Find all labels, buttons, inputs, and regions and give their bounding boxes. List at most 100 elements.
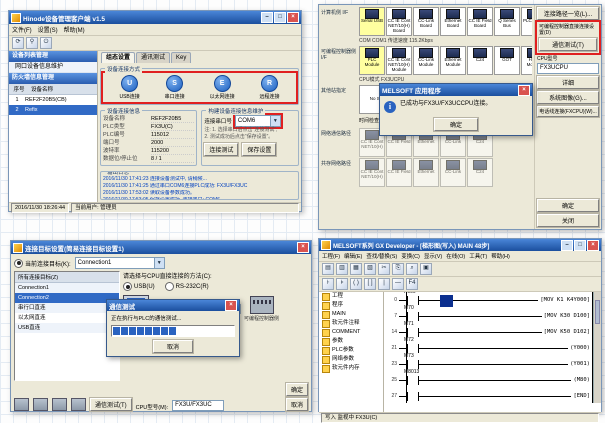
application-instr-icon[interactable]: [ ] [364,278,376,290]
target-row[interactable]: 以太网直连 [15,313,119,323]
interface-icon[interactable]: Serial USB [359,7,385,36]
communication-test-button[interactable]: 通信测试(T) [539,38,597,51]
vertical-scrollbar[interactable] [593,292,601,403]
title-bar[interactable]: MELSOFT系列 GX Developer - [梯形图(写入) MAIN 4… [319,239,601,251]
menu-item[interactable]: 设置(S) [38,25,58,34]
menu-item[interactable]: 变换(C) [401,252,420,260]
vertical-line-icon[interactable]: | [378,278,390,290]
coexist-icon[interactable]: CC-Link [440,158,466,187]
tree-item[interactable]: 程序 [319,301,383,310]
close-button[interactable]: × [297,242,309,253]
maximize-button[interactable]: □ [574,240,586,251]
exit-icon[interactable]: ⏻ [40,37,52,49]
ladder-rung[interactable]: 27 [END] [384,388,592,404]
chevron-down-icon[interactable]: ▼ [154,258,164,268]
close-button[interactable]: × [287,12,299,23]
find-icon[interactable]: ⌕ [406,263,418,275]
tel-connection-button[interactable]: 电话线连接(FXCPU)(W)... [537,106,599,117]
connection-mode[interactable]: R 远程连接 [259,75,279,100]
title-bar[interactable]: Hinode设备管理客户端 v1.5 – □ × [9,11,301,24]
tree-item[interactable]: 工程 [319,292,383,301]
menu-item[interactable]: 查找/替换(S) [366,252,397,260]
ladder-rung[interactable]: 21 M72 (Y000) [384,340,592,356]
ok-button[interactable]: 确定 [286,383,308,396]
ladder-rung[interactable]: 25 M8013 (M80) [384,372,592,388]
menu-item[interactable]: 帮助(M) [64,25,85,34]
target-row[interactable]: USB直连 [15,323,119,333]
popup-ok-button[interactable]: 确定 [434,118,478,131]
menu-item[interactable]: 文件(F) [12,25,32,34]
interface-icon[interactable]: CC IE Field Board [467,7,493,36]
target-row[interactable]: Connection1 [15,283,119,293]
sidebar-group-devices[interactable]: 设备列表管理 [9,51,97,62]
device-row[interactable]: 1 REF2F20B5(CB) [9,95,97,105]
popup-close-button[interactable]: × [518,85,530,96]
connection-mode[interactable]: E 以太网连接 [210,75,235,100]
new-icon[interactable]: ▤ [322,263,334,275]
overlay-cancel-button[interactable]: 取消 [153,340,193,353]
save-icon[interactable]: ▦ [350,263,362,275]
menu-item[interactable]: 帮助(H) [491,252,510,260]
cut-icon[interactable]: ✂ [378,263,390,275]
refresh-icon[interactable]: ⟳ [12,37,24,49]
menu-item[interactable]: 显示(V) [424,252,442,260]
interface-icon[interactable]: CC IE Cont NET/10(H) Module [386,46,412,75]
title-bar[interactable]: 连接目标设置(简易连接目标设置1) × [11,241,311,254]
ladder-rung[interactable]: 7 M70 [MOV K30 D100] [384,308,592,324]
coexist-icon[interactable]: CC IE Cont NET/10(H) [359,158,385,187]
detail-button[interactable]: 详细 [537,76,599,89]
interface-icon[interactable]: CC-Link Board [413,7,439,36]
interface-icon[interactable]: Head Module [521,46,532,75]
tab-key[interactable]: Key [171,52,191,63]
close-dialog-button[interactable]: 关闭 [537,214,599,227]
ladder-rung[interactable]: 14 M71 [MOV K50 D102] [384,324,592,340]
interface-icon[interactable]: PLC Module [359,46,385,75]
device-row[interactable]: 2 Refix [9,105,97,115]
interface-icon[interactable]: C24 [467,46,493,75]
coexist-icon[interactable]: C24 [467,158,493,187]
tree-item[interactable]: 软元件注释 [319,319,383,328]
current-target-radio[interactable]: 当前连接目标(K): [14,259,71,268]
tree-item[interactable]: 网络参数 [319,355,383,364]
sidebar-item-netdevice[interactable]: 网口设备信息维护 [9,62,97,73]
coexist-icon[interactable]: CC IE Field [386,158,412,187]
tree-item[interactable]: 参数 [319,337,383,346]
contact-open-icon[interactable]: ⊦ [322,278,334,290]
interface-icon[interactable]: Ethernet Module [440,46,466,75]
connection-channel-list-button[interactable]: 连接路径一览(L)... [537,7,599,20]
interface-icon[interactable]: Ethernet Board [440,7,466,36]
ok-button[interactable]: 确定 [537,199,599,212]
tree-item[interactable]: MAIN [319,310,383,319]
minimize-button[interactable]: – [561,240,573,251]
ladder-canvas[interactable]: 0 X000 [MOV K1 K4Y000] 7 M70 [384,292,601,412]
interface-icon[interactable]: CC IE Cont NET/10(H) Board [386,7,412,36]
target-row[interactable]: Connection2 [15,293,119,303]
menu-item[interactable]: 工程(F) [322,252,340,260]
print-icon[interactable]: ▧ [364,263,376,275]
rs232c-radio[interactable]: RS-232C(R) [165,282,209,291]
coexist-icon[interactable]: Ethernet [413,158,439,187]
target-combo[interactable]: Connection1 ▼ [75,257,165,269]
interface-icon[interactable]: GOT [494,46,520,75]
serial-port-combo[interactable]: COM6 ▼ [235,115,281,127]
connection-mode[interactable]: S 串口连接 [165,75,185,100]
minimize-button[interactable]: – [261,12,273,23]
menu-item[interactable]: 编辑(E) [344,252,362,260]
interface-icon[interactable]: CC-Link Module [413,46,439,75]
interface-icon[interactable]: PLC Board [521,7,532,36]
target-row[interactable]: 串行口直连 [15,303,119,313]
menu-item[interactable]: 工具(T) [469,252,487,260]
maximize-button[interactable]: □ [274,12,286,23]
overlay-close-button[interactable]: × [225,300,237,311]
tree-item[interactable]: PLC参数 [319,346,383,355]
communication-test-button[interactable]: 通信测试(T) [90,398,132,411]
tree-item[interactable]: 软元件内存 [319,364,383,373]
chevron-down-icon[interactable]: ▼ [270,116,280,126]
tab-commtest[interactable]: 通讯测试 [136,52,170,63]
save-settings-button[interactable]: 保存设置 [242,143,276,156]
horizontal-line-icon[interactable]: — [392,278,404,290]
usb-radio[interactable]: USB(U) [123,282,155,291]
connect-icon[interactable]: ⚲ [26,37,38,49]
menu-item[interactable]: 在线(O) [446,252,465,260]
close-button[interactable]: × [587,240,599,251]
